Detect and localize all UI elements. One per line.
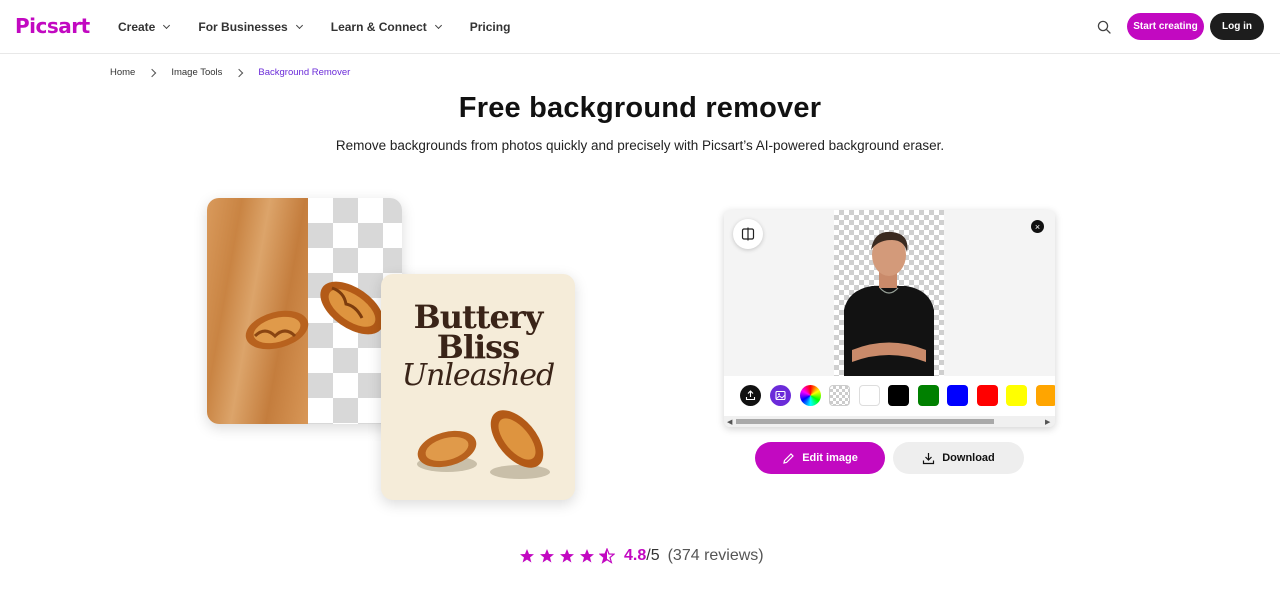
star-half-icon: [599, 548, 615, 564]
download-label: Download: [942, 452, 995, 464]
nav-for-businesses[interactable]: For Businesses: [198, 20, 303, 34]
nav-learn-connect-label: Learn & Connect: [330, 20, 427, 34]
swatch-blue[interactable]: [947, 385, 968, 406]
page-subtitle: Remove backgrounds from photos quickly a…: [335, 138, 945, 153]
scroll-right-icon[interactable]: ▶: [1045, 418, 1050, 426]
main-nav: Create For Businesses Learn & Connect Pr…: [118, 0, 539, 54]
star-icon: [540, 549, 554, 563]
croissant-image: [417, 410, 550, 479]
swatch-red[interactable]: [977, 385, 998, 406]
swatch-black[interactable]: [888, 385, 909, 406]
color-wheel-icon[interactable]: [800, 385, 821, 406]
nav-create[interactable]: Create: [118, 20, 171, 34]
croissant-image: [245, 281, 384, 350]
page-title: Free background remover: [458, 92, 822, 124]
transparent-icon[interactable]: [829, 385, 850, 406]
star-icon: [560, 549, 574, 563]
start-creating-button[interactable]: Start creating: [1127, 13, 1204, 40]
download-button[interactable]: Download: [893, 442, 1024, 474]
poster-line-3: Unleashed: [401, 358, 556, 393]
scroll-left-icon[interactable]: ◀: [727, 418, 732, 426]
chevron-down-icon: [434, 21, 442, 30]
breadcrumb-image-tools[interactable]: Image Tools: [171, 67, 222, 78]
chevron-down-icon: [163, 21, 171, 30]
chevron-down-icon: [295, 21, 303, 30]
nav-pricing-label: Pricing: [469, 20, 511, 34]
star-icon: [520, 549, 534, 563]
toolbar-scrollbar[interactable]: ◀ ▶: [724, 416, 1055, 427]
before-image-card: [207, 198, 402, 424]
compare-toggle-button[interactable]: [733, 219, 763, 249]
nav-for-businesses-label: For Businesses: [198, 20, 288, 34]
image-background-icon[interactable]: [770, 385, 791, 406]
edit-image-button[interactable]: Edit image: [755, 442, 885, 474]
nav-create-label: Create: [118, 20, 156, 34]
nav-pricing[interactable]: Pricing: [470, 20, 511, 34]
picsart-logo[interactable]: Picsart: [15, 14, 90, 38]
rating-reviews: (374 reviews): [667, 547, 764, 564]
person-cutout: [844, 231, 934, 376]
log-in-button[interactable]: Log in: [1210, 13, 1264, 40]
scroll-thumb[interactable]: [736, 419, 994, 424]
swatch-green[interactable]: [918, 385, 939, 406]
background-remover-editor: × ◀ ▶: [724, 210, 1055, 427]
breadcrumb: Home Image Tools Background Remover: [110, 67, 350, 78]
breadcrumb-background-remover[interactable]: Background Remover: [258, 67, 350, 78]
background-toolbar: [724, 376, 1055, 416]
swatch-white[interactable]: [859, 385, 880, 406]
rating-max: /5: [646, 547, 660, 564]
rating-score: 4.8: [624, 547, 647, 564]
result-photo: [834, 210, 944, 376]
nav-learn-connect[interactable]: Learn & Connect: [330, 20, 442, 34]
swatch-orange[interactable]: [1036, 385, 1055, 406]
search-icon[interactable]: [1097, 20, 1111, 34]
pencil-icon: [783, 452, 795, 464]
breadcrumb-home[interactable]: Home: [110, 67, 135, 78]
edit-image-label: Edit image: [802, 452, 858, 464]
top-navigation-bar: Picsart Create For Businesses Learn & Co…: [0, 0, 1280, 54]
download-icon: [923, 452, 935, 464]
rating: 4.8 /5 (374 reviews): [519, 547, 764, 565]
after-poster-card: Buttery Bliss Unleashed: [381, 274, 575, 500]
upload-icon[interactable]: [740, 385, 761, 406]
star-icon: [580, 549, 594, 563]
chevron-right-icon: [235, 68, 244, 77]
compare-icon: [741, 227, 755, 241]
swatch-yellow[interactable]: [1006, 385, 1027, 406]
close-icon[interactable]: ×: [1031, 220, 1044, 233]
chevron-right-icon: [148, 68, 157, 77]
